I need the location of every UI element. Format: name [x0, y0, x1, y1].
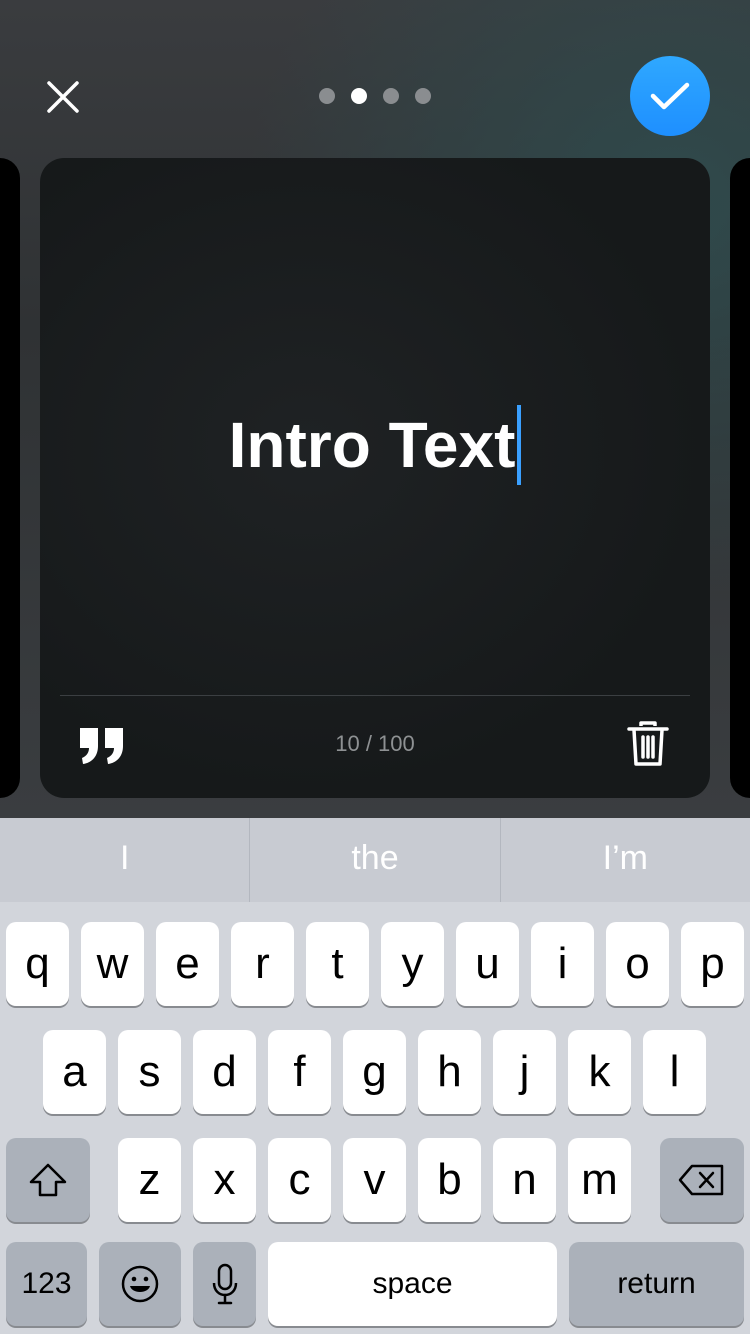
key-y[interactable]: y	[381, 922, 444, 1006]
key-l[interactable]: l	[643, 1030, 706, 1114]
key-d[interactable]: d	[193, 1030, 256, 1114]
key-h[interactable]: h	[418, 1030, 481, 1114]
key-x[interactable]: x	[193, 1138, 256, 1222]
page-dot[interactable]	[319, 88, 335, 104]
key-p[interactable]: p	[681, 922, 744, 1006]
numbers-key[interactable]: 123	[6, 1242, 87, 1326]
key-o[interactable]: o	[606, 922, 669, 1006]
key-n[interactable]: n	[493, 1138, 556, 1222]
return-key[interactable]: return	[569, 1242, 744, 1326]
key-s[interactable]: s	[118, 1030, 181, 1114]
key-k[interactable]: k	[568, 1030, 631, 1114]
suggestion-bar: I the I’m	[0, 818, 750, 902]
shift-key[interactable]	[6, 1138, 90, 1222]
key-a[interactable]: a	[43, 1030, 106, 1114]
key-z[interactable]: z	[118, 1138, 181, 1222]
space-key[interactable]: space	[268, 1242, 557, 1326]
key-t[interactable]: t	[306, 922, 369, 1006]
text-caret	[517, 405, 522, 485]
page-indicator	[319, 88, 431, 104]
key-q[interactable]: q	[6, 922, 69, 1006]
key-f[interactable]: f	[268, 1030, 331, 1114]
key-i[interactable]: i	[531, 922, 594, 1006]
page-dot[interactable]	[383, 88, 399, 104]
key-g[interactable]: g	[343, 1030, 406, 1114]
suggestion-item[interactable]: I’m	[499, 818, 750, 902]
backspace-key[interactable]	[660, 1138, 744, 1222]
suggestion-item[interactable]: I	[0, 818, 249, 902]
page-dot-active[interactable]	[351, 88, 367, 104]
key-c[interactable]: c	[268, 1138, 331, 1222]
key-m[interactable]: m	[568, 1138, 631, 1222]
key-w[interactable]: w	[81, 922, 144, 1006]
shift-icon	[29, 1163, 67, 1197]
key-b[interactable]: b	[418, 1138, 481, 1222]
keyboard: I the I’m q w e r t y u i o p a s d f g …	[0, 818, 750, 1334]
backspace-icon	[678, 1164, 724, 1196]
key-e[interactable]: e	[156, 922, 219, 1006]
checkmark-icon	[650, 82, 690, 110]
intro-text[interactable]: Intro Text	[229, 400, 516, 490]
confirm-button[interactable]	[630, 56, 710, 136]
key-r[interactable]: r	[231, 922, 294, 1006]
emoji-icon	[121, 1265, 159, 1303]
microphone-icon	[212, 1263, 237, 1305]
emoji-key[interactable]	[99, 1242, 181, 1326]
key-v[interactable]: v	[343, 1138, 406, 1222]
page-dot[interactable]	[415, 88, 431, 104]
key-u[interactable]: u	[456, 922, 519, 1006]
suggestion-item[interactable]: the	[249, 818, 499, 902]
key-j[interactable]: j	[493, 1030, 556, 1114]
delete-card-button[interactable]	[626, 720, 670, 768]
close-button[interactable]	[40, 74, 86, 120]
trash-icon	[627, 721, 669, 766]
text-editor[interactable]: Intro Text	[0, 400, 750, 490]
dictation-key[interactable]	[193, 1242, 256, 1326]
card-divider	[60, 695, 690, 696]
close-icon	[47, 81, 79, 113]
